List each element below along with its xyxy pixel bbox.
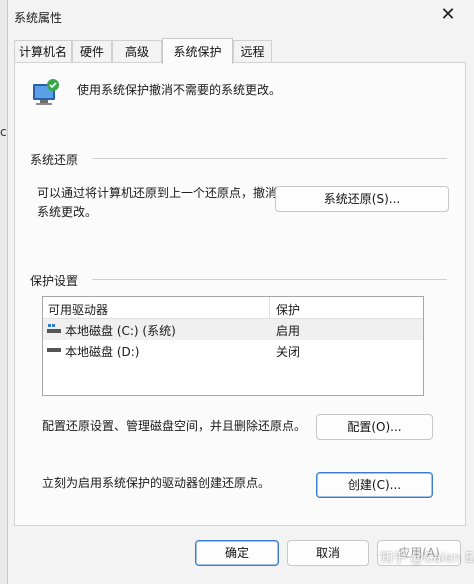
section-divider: [92, 279, 447, 280]
drive-list[interactable]: 可用驱动器 保护 本地磁盘 (C:) (系统) 启用 本地磁盘 (D:) 关闭: [42, 296, 424, 396]
restore-description-line2: 系统更改。: [37, 205, 98, 219]
drive-list-header: 可用驱动器 保护: [43, 297, 423, 319]
cancel-button[interactable]: 取消: [287, 540, 369, 566]
protection-settings-heading: 保护设置: [30, 274, 79, 288]
drive-icon: [47, 348, 61, 352]
section-divider: [92, 158, 447, 159]
tab-computer-name[interactable]: 计算机名: [14, 40, 72, 62]
drive-name: 本地磁盘 (C:) (系统): [65, 324, 176, 338]
tab-system-protection[interactable]: 系统保护: [162, 38, 233, 64]
drive-name: 本地磁盘 (D:): [65, 345, 140, 359]
window-title: 系统属性: [14, 11, 63, 25]
watermark: 知乎 @Galen EA: [380, 551, 474, 566]
system-restore-heading: 系统还原: [30, 153, 79, 167]
title-bar: 系统属性 ✕: [8, 0, 474, 34]
system-protection-icon: [33, 79, 59, 105]
background-window-edge: ct: [0, 0, 11, 584]
column-header-protection[interactable]: 保护: [276, 301, 300, 318]
configure-description: 配置还原设置、管理磁盘空间，并且删除还原点。: [42, 419, 307, 433]
column-header-drives[interactable]: 可用驱动器: [48, 301, 108, 318]
drive-row-d[interactable]: 本地磁盘 (D:) 关闭: [43, 340, 423, 361]
drive-protection-status: 启用: [276, 324, 301, 338]
tab-remote[interactable]: 远程: [233, 40, 272, 62]
ok-button[interactable]: 确定: [195, 540, 279, 566]
drive-protection-status: 关闭: [276, 345, 301, 359]
tab-advanced[interactable]: 高级: [112, 40, 162, 62]
create-button[interactable]: 创建(C)...: [316, 472, 433, 498]
system-protection-panel: 使用系统保护撤消不需要的系统更改。 系统还原 可以通过将计算机还原到上一个还原点…: [14, 62, 466, 526]
system-properties-dialog: 系统属性 ✕ 计算机名 硬件 高级 系统保护 远程 使用系统保护撤消不需要的系统…: [7, 0, 474, 584]
system-restore-button[interactable]: 系统还原(S)...: [275, 186, 449, 212]
tab-hardware[interactable]: 硬件: [72, 40, 112, 62]
configure-button[interactable]: 配置(O)...: [316, 414, 433, 440]
intro-text: 使用系统保护撤消不需要的系统更改。: [77, 83, 282, 97]
drive-row-c[interactable]: 本地磁盘 (C:) (系统) 启用: [43, 319, 423, 340]
close-button[interactable]: ✕: [428, 3, 468, 27]
restore-description-line1: 可以通过将计算机还原到上一个还原点，撤消: [37, 186, 278, 200]
column-divider[interactable]: [269, 297, 270, 318]
create-description: 立刻为启用系统保护的驱动器创建还原点。: [42, 476, 271, 490]
close-icon: ✕: [440, 4, 456, 25]
system-drive-icon: [47, 324, 61, 333]
